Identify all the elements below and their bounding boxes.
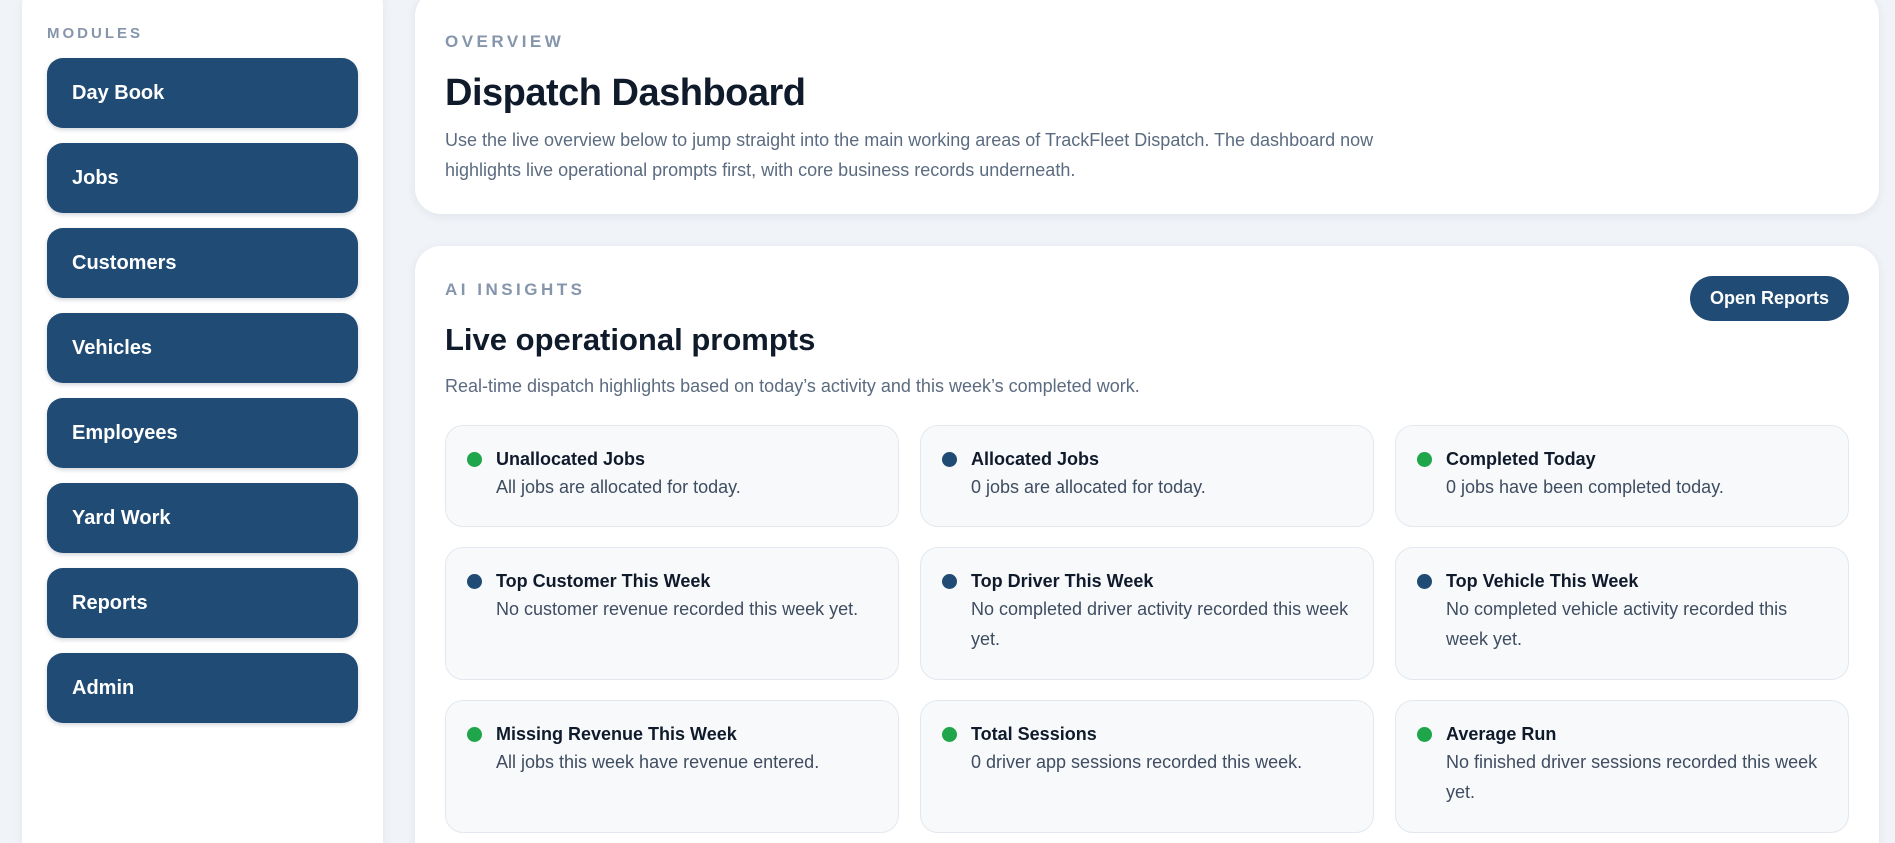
insight-tile-top-driver: Top Driver This Week No completed driver… (920, 547, 1374, 680)
nav-admin-button[interactable]: Admin (47, 653, 358, 723)
insight-tile-text: No customer revenue recorded this week y… (496, 599, 859, 619)
insight-tile-title: Total Sessions (971, 724, 1097, 744)
insight-tile-text: No completed vehicle activity recorded t… (1446, 599, 1788, 649)
insight-tile-allocated-jobs: Allocated Jobs 0 jobs are allocated for … (920, 425, 1374, 527)
page-title: Dispatch Dashboard (445, 72, 806, 114)
insight-tile-title: Completed Today (1446, 449, 1596, 469)
open-reports-button[interactable]: Open Reports (1689, 276, 1849, 321)
insight-tiles-grid: Unallocated Jobs All jobs are allocated … (445, 425, 1849, 843)
insight-tile-top-vehicle: Top Vehicle This Week No completed vehic… (1395, 547, 1849, 680)
insights-eyebrow: AI INSIGHTS (445, 280, 586, 299)
insight-tile-average-run: Average Run No finished driver sessions … (1395, 700, 1849, 833)
insights-subtitle: Real-time dispatch highlights based on t… (445, 376, 1140, 396)
insight-tile-total-sessions: Total Sessions 0 driver app sessions rec… (920, 700, 1374, 833)
insights-card: AI INSIGHTS Live operational prompts Rea… (415, 246, 1879, 843)
status-dot-icon (942, 452, 957, 467)
overview-card: OVERVIEW Dispatch Dashboard Use the live… (415, 0, 1879, 214)
insight-tile-completed-today: Completed Today 0 jobs have been complet… (1395, 425, 1849, 527)
nav-jobs-button[interactable]: Jobs (47, 143, 358, 213)
insight-tile-text: No finished driver sessions recorded thi… (1446, 752, 1818, 802)
status-dot-icon (942, 574, 957, 589)
insight-tile-text: 0 jobs are allocated for today. (971, 477, 1206, 497)
insight-tile-title: Missing Revenue This Week (496, 724, 737, 744)
overview-eyebrow: OVERVIEW (445, 32, 565, 51)
nav-vehicles-button[interactable]: Vehicles (47, 313, 358, 383)
insight-tile-title: Unallocated Jobs (496, 449, 646, 469)
overview-description: Use the live overview below to jump stra… (445, 130, 1374, 180)
insight-tile-title: Top Vehicle This Week (1446, 571, 1639, 591)
insight-tile-text: 0 driver app sessions recorded this week… (971, 752, 1303, 772)
status-dot-icon (467, 727, 482, 742)
insight-tile-text: 0 jobs have been completed today. (1446, 477, 1724, 497)
insight-tile-unallocated-jobs: Unallocated Jobs All jobs are allocated … (445, 425, 899, 527)
insight-tile-missing-revenue: Missing Revenue This Week All jobs this … (445, 700, 899, 833)
nav-yard-work-button[interactable]: Yard Work (47, 483, 358, 553)
nav-reports-button[interactable]: Reports (47, 568, 358, 638)
insight-tile-title: Allocated Jobs (971, 449, 1100, 469)
insight-tile-text: All jobs this week have revenue entered. (496, 752, 820, 772)
nav-customers-button[interactable]: Customers (47, 228, 358, 298)
insight-tile-text: All jobs are allocated for today. (496, 477, 741, 497)
sidebar-title: MODULES (47, 25, 143, 42)
insight-tile-top-customer: Top Customer This Week No customer reven… (445, 547, 899, 680)
status-dot-icon (467, 574, 482, 589)
status-dot-icon (942, 727, 957, 742)
status-dot-icon (1417, 452, 1432, 467)
sidebar: MODULES Day Book Jobs Customers Vehicles… (22, 0, 383, 843)
nav-day-book-button[interactable]: Day Book (47, 58, 358, 128)
status-dot-icon (1417, 727, 1432, 742)
status-dot-icon (467, 452, 482, 467)
insight-tile-title: Average Run (1446, 724, 1557, 744)
insight-tile-title: Top Customer This Week (496, 571, 711, 591)
insight-tile-text: No completed driver activity recorded th… (971, 599, 1349, 649)
status-dot-icon (1417, 574, 1432, 589)
insight-tile-title: Top Driver This Week (971, 571, 1154, 591)
insights-title: Live operational prompts (445, 322, 816, 357)
nav-employees-button[interactable]: Employees (47, 398, 358, 468)
